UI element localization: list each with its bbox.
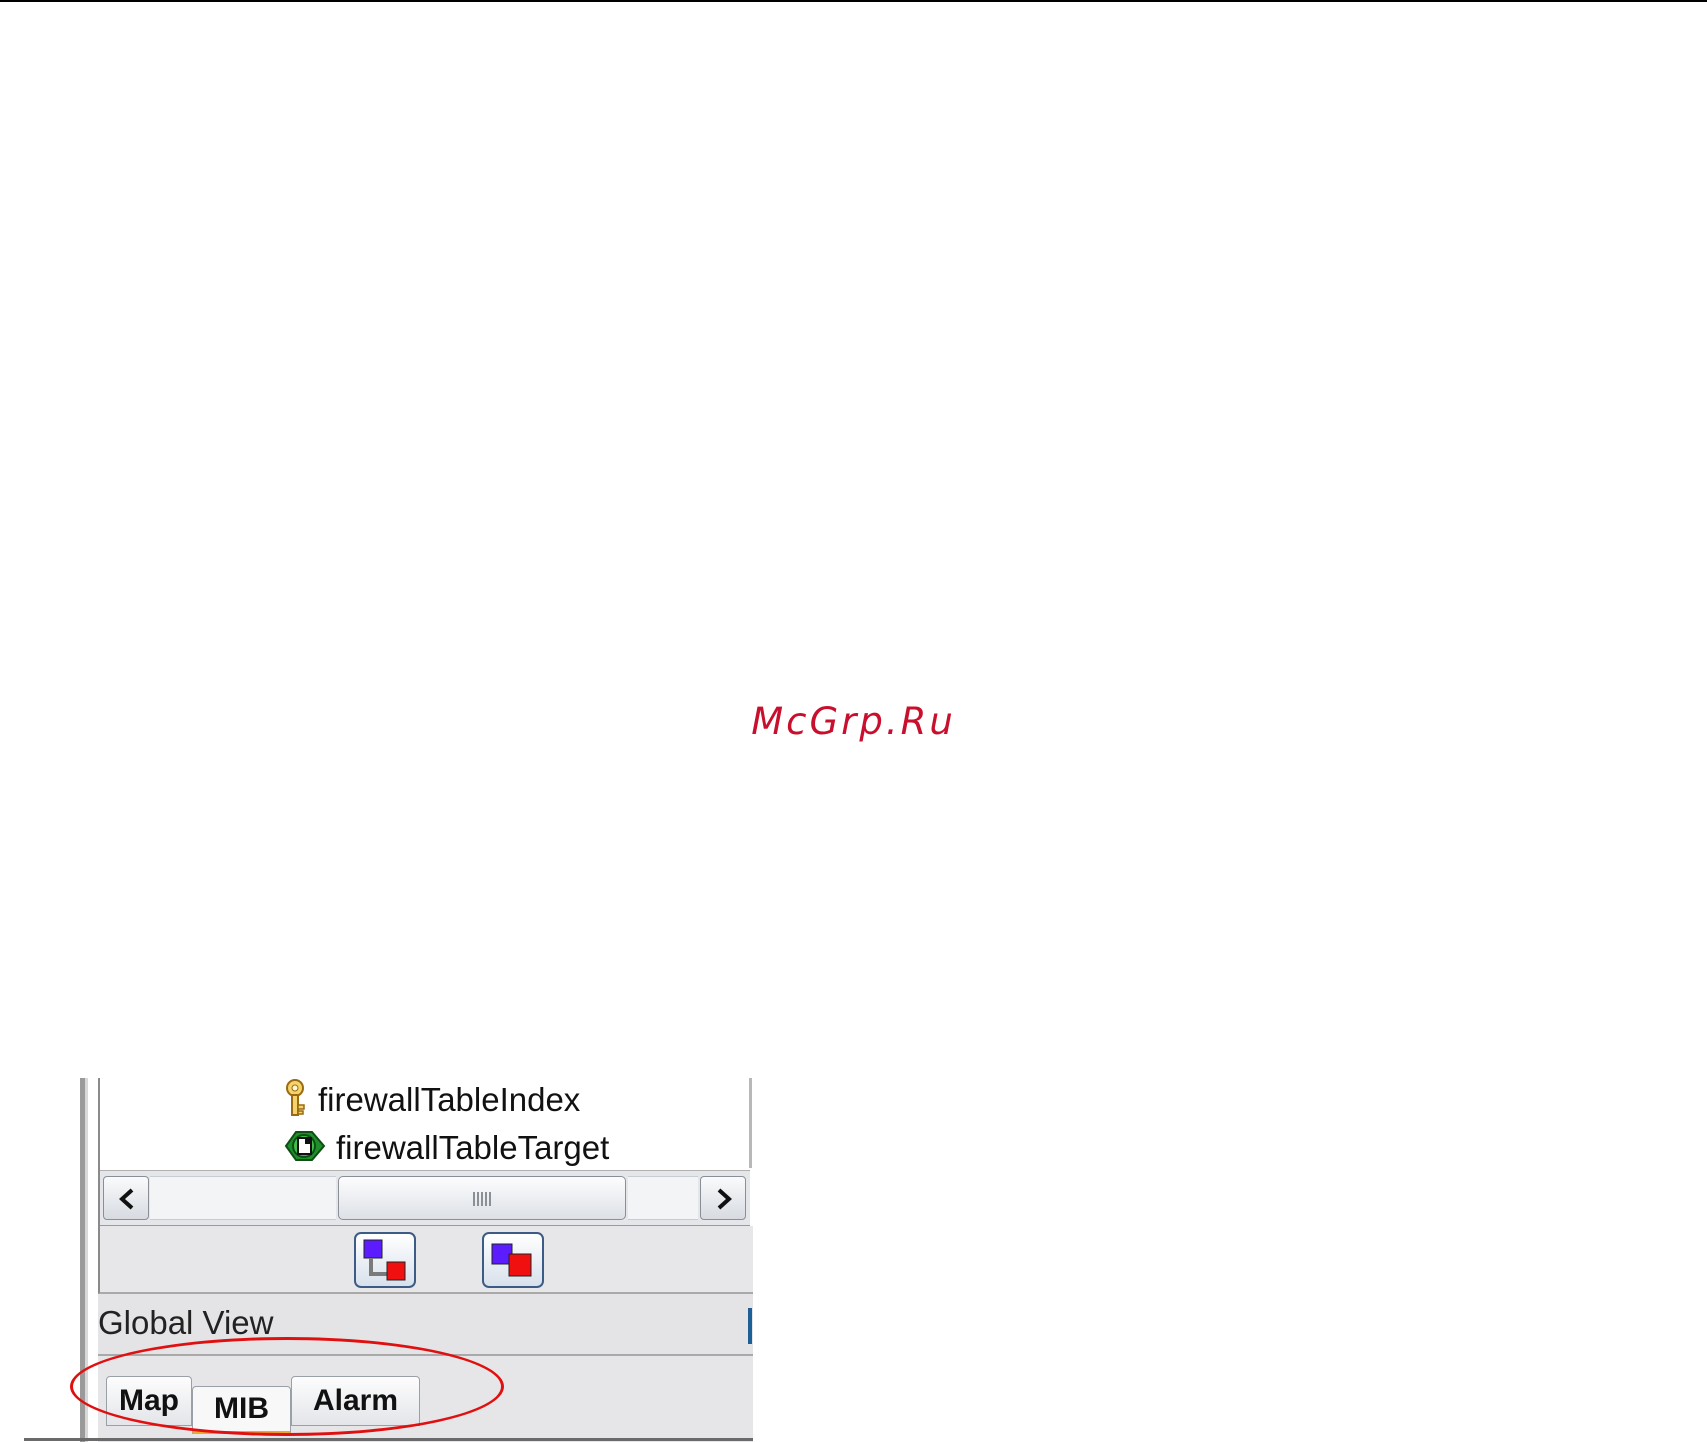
hierarchy-view-icon: [363, 1239, 406, 1281]
app-screenshot: firewallTableIndex firewallTableTarget G…: [80, 1078, 753, 1442]
scroll-track-right[interactable]: [628, 1176, 698, 1220]
horizontal-scrollbar[interactable]: [100, 1170, 750, 1226]
top-rule: [0, 0, 1707, 2]
scroll-right-button[interactable]: [700, 1176, 746, 1220]
scroll-thumb-grip: [473, 1192, 493, 1206]
tree-item-label: firewallTableTarget: [336, 1129, 610, 1166]
view-toolbar: [98, 1226, 753, 1294]
tab-mib[interactable]: MIB: [192, 1386, 291, 1434]
scroll-left-button[interactable]: [103, 1176, 149, 1220]
chevron-right-icon: [717, 1188, 732, 1210]
scroll-thumb[interactable]: [338, 1176, 626, 1220]
global-view-bar: Global View: [98, 1294, 753, 1356]
chevron-left-icon: [119, 1188, 134, 1210]
bottom-rule: [24, 1438, 753, 1441]
tree-pane-right-edge: [749, 1078, 752, 1168]
overlap-view-button[interactable]: [482, 1232, 544, 1288]
global-view-title: Global View: [98, 1304, 274, 1341]
tab-map[interactable]: Map: [106, 1376, 192, 1426]
bottom-tab-bar: Map MIB Alarm: [98, 1356, 753, 1442]
tab-alarm[interactable]: Alarm: [291, 1376, 420, 1426]
window-left-border-inner: [85, 1078, 88, 1442]
scroll-track-left[interactable]: [150, 1176, 336, 1220]
hierarchy-view-button[interactable]: [354, 1232, 416, 1288]
tree-item-firewall-table-target[interactable]: firewallTableTarget: [282, 1126, 609, 1170]
green-object-icon: [282, 1126, 328, 1171]
overlap-view-icon: [491, 1243, 532, 1277]
panel-edge-marker: [748, 1308, 752, 1344]
key-icon: [280, 1078, 310, 1123]
tree-item-firewall-table-index[interactable]: firewallTableIndex: [280, 1078, 580, 1122]
watermark-text: McGrp.Ru: [751, 700, 956, 743]
tree-item-label: firewallTableIndex: [318, 1081, 581, 1118]
